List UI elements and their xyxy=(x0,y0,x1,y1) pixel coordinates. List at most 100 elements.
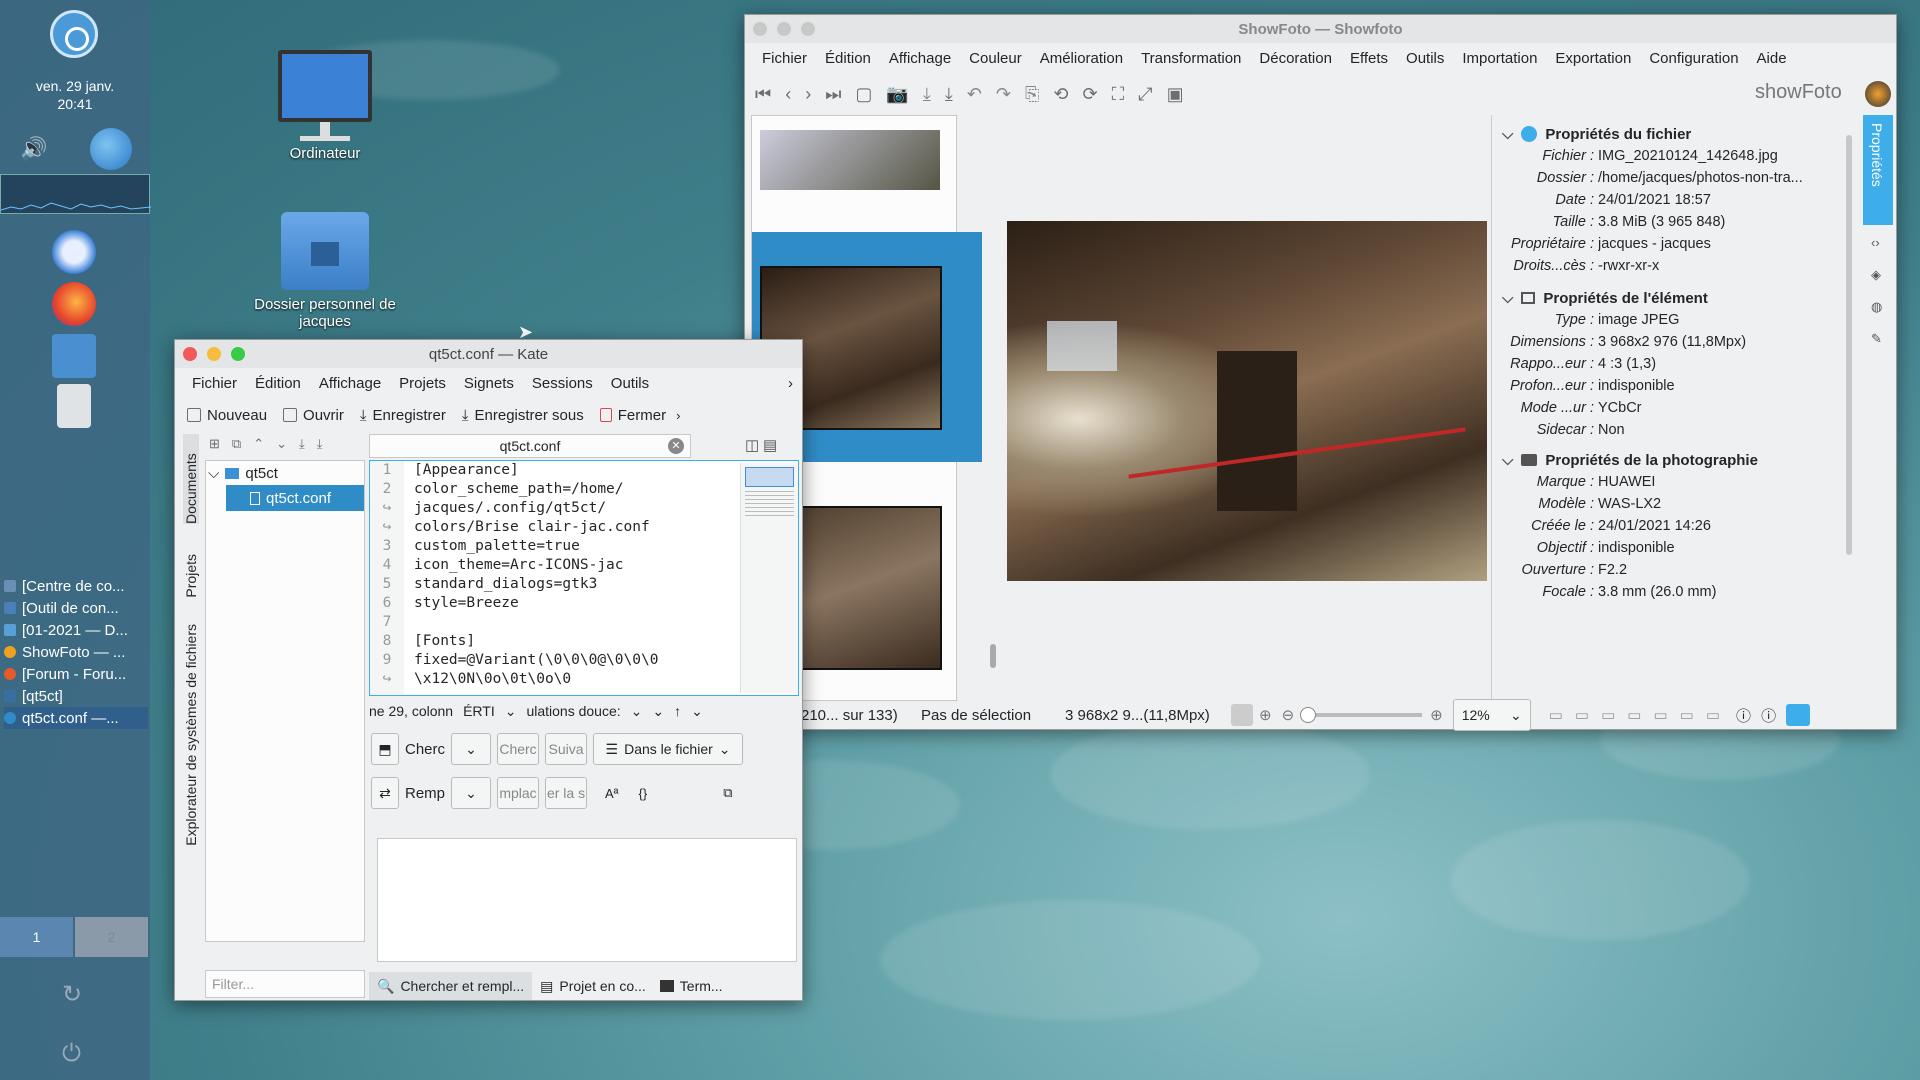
save-icon[interactable]: ⤓ xyxy=(923,84,931,105)
volume-icon[interactable]: 🔊 xyxy=(20,136,47,162)
close-button[interactable] xyxy=(753,22,767,36)
insert-mode[interactable]: ÉRTI xyxy=(463,703,495,719)
tree-file-selected[interactable]: qt5ct.conf xyxy=(226,485,364,511)
task-item[interactable]: [Forum - Foru... xyxy=(4,663,148,685)
regex-icon[interactable]: {} xyxy=(639,786,648,801)
save-as-button[interactable]: ⤓ Enregistrer sous xyxy=(454,407,592,424)
network-globe-icon[interactable] xyxy=(90,128,132,170)
app-launcher-icon[interactable] xyxy=(50,10,98,58)
tab-terminal[interactable]: Term... xyxy=(654,978,729,994)
menu-signets[interactable]: Signets xyxy=(455,375,523,392)
menu-transformation[interactable]: Transformation xyxy=(1132,50,1250,67)
thumbnail-scrollbar[interactable] xyxy=(990,644,996,668)
file-manager-icon[interactable] xyxy=(52,334,96,378)
menu-edition[interactable]: Édition xyxy=(246,375,310,392)
task-item[interactable]: [Centre de co... xyxy=(4,575,148,597)
encoding-status[interactable]: ulations douce: xyxy=(526,703,620,719)
task-item[interactable]: ShowFoto — ... xyxy=(4,641,148,663)
metadata-tab-icon[interactable]: ‹› xyxy=(1871,235,1880,250)
minimap[interactable] xyxy=(740,463,798,693)
task-item[interactable]: [Outil de con... xyxy=(4,597,148,619)
camera-icon[interactable]: 📷 xyxy=(886,84,908,105)
section-header[interactable]: ⌵ Propriétés de la photographie xyxy=(1502,449,1842,471)
replace-button[interactable]: mplac xyxy=(497,777,540,809)
menu-edition[interactable]: Édition xyxy=(816,50,880,67)
menu-overflow-icon[interactable]: › xyxy=(779,375,802,392)
search-scope-select[interactable]: ☰ Dans le fichier ⌄ xyxy=(593,733,744,765)
section-header[interactable]: ⌵ Propriétés de l'élément xyxy=(1502,287,1842,309)
rotate-right-icon[interactable]: ⟳ xyxy=(1082,84,1097,105)
down-icon[interactable]: ⌄ xyxy=(276,436,287,458)
thumbnail[interactable] xyxy=(760,130,940,190)
zoom-slider[interactable] xyxy=(1300,707,1423,723)
menu-amelioration[interactable]: Amélioration xyxy=(1031,50,1132,67)
tab-search-replace[interactable]: 🔍 Chercher et rempl... xyxy=(369,972,533,1000)
close-tab-icon[interactable]: ✕ xyxy=(668,438,684,454)
replace-input[interactable]: ⌄ xyxy=(451,777,492,809)
thunderbird-icon[interactable] xyxy=(52,230,96,274)
firefox-icon[interactable] xyxy=(52,282,96,326)
tags-tab-icon[interactable]: ✎ xyxy=(1871,331,1882,347)
find-input[interactable]: ⌄ xyxy=(451,733,492,765)
expand-options-icon[interactable]: ⧉ xyxy=(723,785,732,801)
replace-mode-icon[interactable]: ⇄ xyxy=(371,777,399,809)
maximize-button[interactable] xyxy=(231,347,245,361)
calculator-icon[interactable] xyxy=(57,384,91,428)
code-editor[interactable]: 1 2 ↪ ↪ 3 4 5 6 7 8 9 ↪ [Appearance] color_scheme_pa… xyxy=(369,460,799,696)
zoom-combo[interactable]: 12% ⌄ xyxy=(1452,699,1531,731)
up-icon[interactable]: ⌃ xyxy=(253,436,264,458)
desktop-pager-2[interactable]: 2 xyxy=(75,917,148,957)
close-doc-button[interactable]: Fermer xyxy=(592,407,674,424)
menu-affichage[interactable]: Affichage xyxy=(880,50,960,67)
save-as-icon[interactable]: ⤓ xyxy=(945,84,953,105)
extra-status[interactable]: ↑ xyxy=(674,703,681,719)
logout-icon[interactable]: ↻ xyxy=(62,980,82,1009)
geolocation-tab-icon[interactable]: ◍ xyxy=(1871,299,1882,315)
menu-aide[interactable]: Aide xyxy=(1748,50,1796,67)
redo-icon[interactable]: ↷ xyxy=(996,84,1011,105)
sort-alt-icon[interactable]: ⤓ xyxy=(317,436,323,458)
desktop-pager-1[interactable]: 1 xyxy=(0,917,73,957)
crop-icon[interactable]: ⛶ xyxy=(1112,84,1125,105)
menu-importation[interactable]: Importation xyxy=(1453,50,1546,67)
expand-icon[interactable]: ⊞ xyxy=(209,436,220,458)
kate-titlebar[interactable]: qt5ct.conf — Kate xyxy=(175,340,802,368)
zoom-out-icon[interactable]: ⊖ xyxy=(1282,706,1295,724)
fullscreen-icon[interactable]: ⤢ xyxy=(1138,84,1152,105)
close-button[interactable] xyxy=(183,347,197,361)
split-view-icon[interactable]: ◫ xyxy=(745,436,759,454)
tab-documents[interactable]: Documents xyxy=(183,434,199,524)
open-file-icon[interactable]: ▢ xyxy=(855,84,872,105)
info-outline-icon[interactable]: ⓘ xyxy=(1761,705,1776,726)
task-item[interactable]: [qt5ct] xyxy=(4,685,148,707)
desktop-computer[interactable]: Ordinateur xyxy=(245,50,405,162)
menu-projets[interactable]: Projets xyxy=(390,375,455,392)
display-mode-icon[interactable] xyxy=(1786,704,1811,726)
menu-fichier[interactable]: Fichier xyxy=(183,375,246,392)
menu-outils[interactable]: Outils xyxy=(602,375,658,392)
properties-scrollbar[interactable] xyxy=(1846,135,1852,555)
tab-proprietes[interactable]: Propriétés xyxy=(1863,115,1893,225)
undo-icon[interactable]: ↶ xyxy=(967,84,982,105)
menu-affichage[interactable]: Affichage xyxy=(310,375,390,392)
task-item[interactable]: [01-2021 — D... xyxy=(4,619,148,641)
desktop-home-folder[interactable]: Dossier personnel de jacques xyxy=(245,212,405,330)
open-button[interactable]: Ouvrir xyxy=(275,407,352,424)
info-button-icon[interactable]: ⓘ xyxy=(1736,705,1751,726)
match-case-icon[interactable]: Aª xyxy=(605,786,618,801)
colors-tab-icon[interactable]: ◈ xyxy=(1871,267,1881,283)
filter-input[interactable]: Filter... xyxy=(205,970,365,998)
menu-outils[interactable]: Outils xyxy=(1397,50,1453,67)
find-button[interactable]: Cherc xyxy=(497,733,540,765)
replace-all-button[interactable]: er la s xyxy=(545,777,588,809)
maximize-button[interactable] xyxy=(801,22,815,36)
save-button[interactable]: ⤓ Enregistrer xyxy=(352,407,454,424)
new-button[interactable]: Nouveau xyxy=(179,407,275,424)
menu-couleur[interactable]: Couleur xyxy=(960,50,1031,67)
zoom-in-icon[interactable]: ⊕ xyxy=(1430,706,1443,724)
zoom-100-icon[interactable]: ⊕ xyxy=(1259,706,1272,724)
toolbar-overflow-icon[interactable]: › xyxy=(676,408,680,423)
task-item-active[interactable]: qt5ct.conf —... xyxy=(4,707,148,729)
new-tab-icon[interactable]: ▤ xyxy=(763,436,777,454)
last-image-icon[interactable]: ⏭ xyxy=(825,84,841,105)
